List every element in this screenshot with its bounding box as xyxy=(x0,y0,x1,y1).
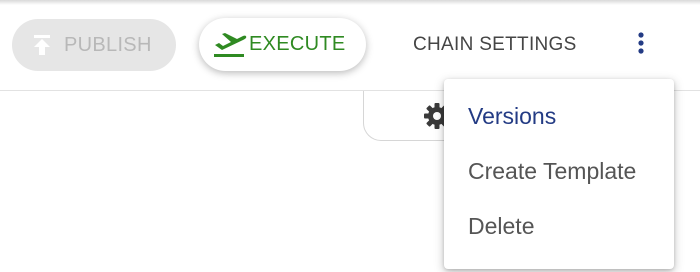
toolbar: PUBLISH EXECUTE CHAIN SETTINGS xyxy=(0,0,700,90)
execute-label: EXECUTE xyxy=(249,33,346,55)
chain-settings-label: CHAIN SETTINGS xyxy=(413,34,577,55)
menu-item-delete[interactable]: Delete xyxy=(468,213,534,240)
more-vert-icon xyxy=(638,31,644,59)
app-root: PUBLISH EXECUTE CHAIN SETTINGS Versions … xyxy=(0,0,700,272)
options-menu: Versions Create Template Delete xyxy=(444,79,674,269)
menu-item-versions[interactable]: Versions xyxy=(468,103,556,130)
more-options-button[interactable] xyxy=(626,30,656,60)
menu-item-create-template[interactable]: Create Template xyxy=(468,158,636,185)
publish-icon xyxy=(30,33,54,57)
publish-label: PUBLISH xyxy=(64,33,152,56)
chain-settings-button[interactable]: CHAIN SETTINGS xyxy=(413,31,577,59)
publish-button[interactable]: PUBLISH xyxy=(12,19,176,71)
flight-takeoff-icon xyxy=(213,32,247,58)
execute-button[interactable]: EXECUTE xyxy=(199,18,366,71)
